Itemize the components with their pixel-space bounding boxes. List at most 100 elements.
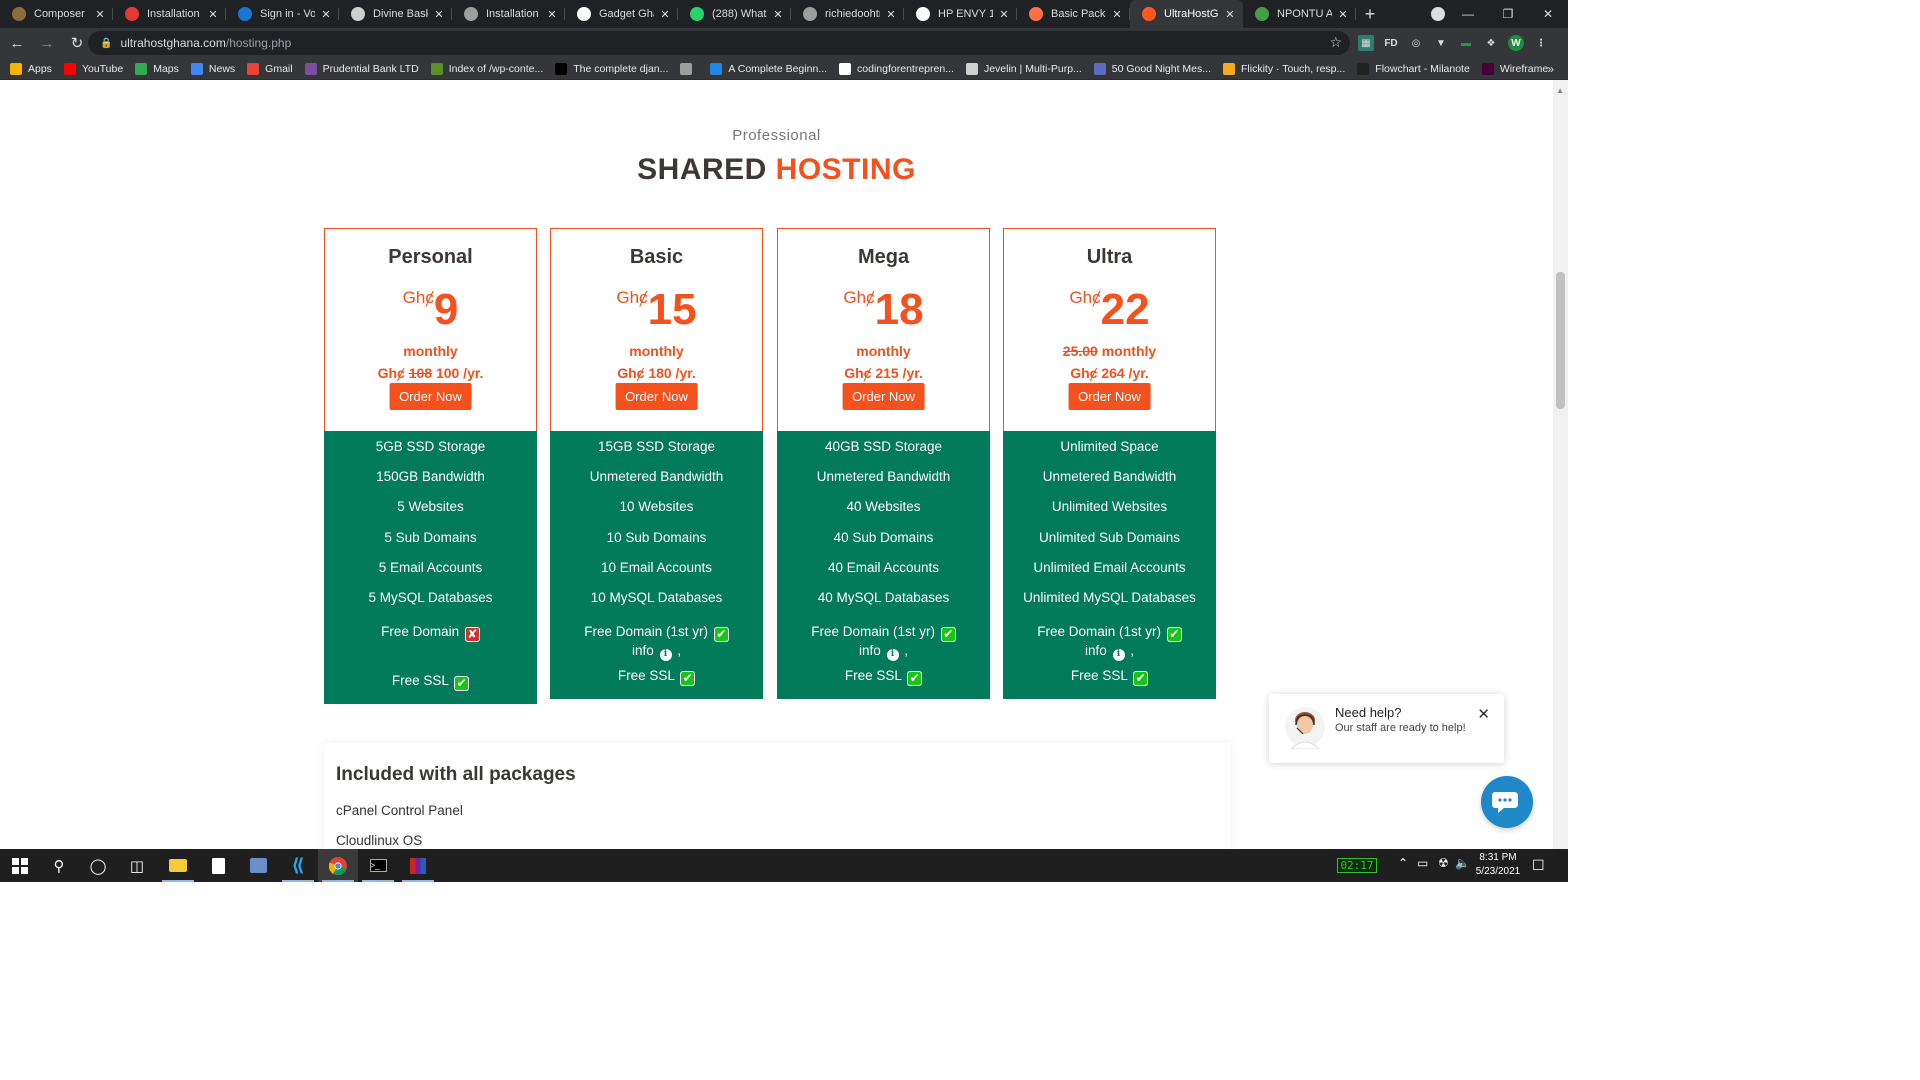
plan-price: Ghȼ 22 bbox=[1004, 285, 1215, 332]
v-extension-icon[interactable]: ▼ bbox=[1433, 35, 1449, 51]
bookmark-item[interactable]: Wireframe bbox=[1481, 62, 1549, 75]
close-tab-icon[interactable]: ✕ bbox=[93, 8, 107, 21]
file-explorer-icon[interactable] bbox=[158, 849, 198, 882]
bookmark-item[interactable]: YouTube bbox=[63, 62, 123, 75]
notification-center-icon[interactable]: ☐ bbox=[1532, 857, 1545, 874]
bookmark-item[interactable]: News bbox=[190, 62, 235, 75]
close-tab-icon[interactable]: ✕ bbox=[658, 8, 672, 21]
volume-icon[interactable]: 🔈 bbox=[1455, 856, 1470, 870]
back-arrow-icon[interactable]: ← bbox=[4, 35, 30, 52]
notepad-icon[interactable] bbox=[198, 849, 238, 882]
chat-button[interactable] bbox=[1481, 776, 1533, 828]
browser-tab[interactable]: Composer ✕ bbox=[0, 0, 113, 28]
browser-tab[interactable]: Sign in - Volet ✕ bbox=[226, 0, 339, 28]
wifi-icon[interactable]: ☢ bbox=[1438, 856, 1449, 870]
task-view-icon[interactable]: ◫ bbox=[117, 849, 157, 882]
new-tab-plus-icon[interactable]: + bbox=[1356, 4, 1384, 25]
info-icon[interactable]: i bbox=[659, 648, 672, 661]
browser-tab[interactable]: NPONTU API ✕ bbox=[1243, 0, 1356, 28]
browser-tab-title: Divine Basket bbox=[373, 8, 428, 20]
browser-tab[interactable]: Gadget Ghana ✕ bbox=[565, 0, 678, 28]
bookmark-item[interactable]: 50 Good Night Mes... bbox=[1093, 62, 1211, 75]
menu-dots-icon[interactable]: ⋮ bbox=[1533, 35, 1549, 51]
order-now-button[interactable]: Order Now bbox=[842, 383, 925, 410]
bookmark-item[interactable]: Apps bbox=[10, 62, 52, 75]
bookmark-item[interactable]: Index of /wp-conte... bbox=[430, 62, 543, 75]
bookmark-item[interactable]: Flickity · Touch, resp... bbox=[1223, 62, 1345, 75]
plan-card-mega: Mega Ghȼ 18 monthly Ghȼ 215 /yr. Order Now 40G… bbox=[777, 228, 990, 700]
winrar-icon[interactable] bbox=[398, 849, 438, 882]
browser-tab[interactable]: Installation - L ✕ bbox=[113, 0, 226, 28]
battery-timer-badge[interactable]: 02:17 bbox=[1337, 858, 1377, 873]
order-now-button[interactable]: Order Now bbox=[389, 383, 472, 410]
vscode-icon[interactable]: ⟪ bbox=[278, 849, 318, 882]
browser-tab[interactable]: (288) WhatsApp ✕ bbox=[678, 0, 791, 28]
search-icon[interactable]: ⚲ bbox=[39, 849, 79, 882]
browser-tab[interactable]: UltraHostGha ✕ bbox=[1130, 0, 1243, 28]
bookmark-item[interactable]: Jevelin | Multi-Purp... bbox=[965, 62, 1082, 75]
reload-icon[interactable]: ↻ bbox=[64, 34, 90, 52]
system-clock[interactable]: 8:31 PM 5/23/2021 bbox=[1470, 851, 1526, 879]
profile-circle-icon[interactable] bbox=[1431, 7, 1445, 21]
bookmark-item[interactable]: The complete djan... bbox=[555, 62, 668, 75]
bookmark-item[interactable]: A Complete Beginn... bbox=[710, 62, 827, 75]
green-extension-icon[interactable]: ▬ bbox=[1458, 35, 1474, 51]
terminal-icon[interactable]: >_ bbox=[358, 849, 398, 882]
close-tab-icon[interactable]: ✕ bbox=[1336, 8, 1350, 21]
close-window-icon[interactable]: ✕ bbox=[1528, 7, 1568, 21]
windows-start-icon[interactable] bbox=[0, 849, 40, 882]
close-tab-icon[interactable]: ✕ bbox=[997, 8, 1011, 21]
app-installer-icon[interactable] bbox=[238, 849, 278, 882]
bookmark-item[interactable]: Maps bbox=[135, 62, 179, 75]
info-icon[interactable]: i bbox=[1112, 648, 1125, 661]
fd-extension-icon[interactable]: FD bbox=[1383, 35, 1399, 51]
info-icon[interactable]: i bbox=[886, 648, 899, 661]
bookmarks-overflow-icon[interactable]: » bbox=[1547, 62, 1554, 76]
close-tab-icon[interactable]: ✕ bbox=[1223, 8, 1237, 21]
page-scrollbar[interactable]: ▲ bbox=[1553, 80, 1568, 849]
account-avatar[interactable]: W bbox=[1508, 35, 1524, 51]
plan-features: 40GB SSD Storage Unmetered Bandwidth 40 We… bbox=[777, 431, 990, 700]
battery-icon[interactable]: ▭ bbox=[1417, 856, 1428, 870]
target-extension-icon[interactable]: ◎ bbox=[1408, 35, 1424, 51]
browser-tab[interactable]: richiedoohtra ✕ bbox=[791, 0, 904, 28]
close-tab-icon[interactable]: ✕ bbox=[319, 8, 333, 21]
feature-item: 40 Sub Domains bbox=[833, 529, 934, 545]
section-title: SHARED HOSTING bbox=[0, 153, 1553, 187]
package-icon bbox=[1029, 7, 1043, 21]
bookmark-item[interactable]: Flowchart - Milanote bbox=[1357, 62, 1470, 75]
bookmark-star-icon[interactable]: ☆ bbox=[1329, 34, 1342, 51]
browser-tab[interactable]: Basic Package ✕ bbox=[1017, 0, 1130, 28]
tray-chevron-icon[interactable]: ⌃ bbox=[1398, 856, 1408, 870]
close-icon[interactable]: ✕ bbox=[1477, 705, 1490, 723]
close-tab-icon[interactable]: ✕ bbox=[771, 8, 785, 21]
scroll-up-arrow-icon[interactable]: ▲ bbox=[1556, 86, 1564, 95]
browser-tab[interactable]: Divine Basket ✕ bbox=[339, 0, 452, 28]
order-now-button[interactable]: Order Now bbox=[615, 383, 698, 410]
close-tab-icon[interactable]: ✕ bbox=[1110, 8, 1124, 21]
price-amount: 15 bbox=[647, 285, 697, 334]
close-tab-icon[interactable]: ✕ bbox=[545, 8, 559, 21]
bookmark-item[interactable]: Gmail bbox=[247, 62, 293, 75]
chrome-icon[interactable] bbox=[318, 849, 358, 882]
address-bar[interactable]: 🔒 ultrahostghana.com/hosting.php ☆ bbox=[88, 31, 1350, 55]
bookmark-item[interactable]: Prudential Bank LTD bbox=[304, 62, 419, 75]
cortana-icon[interactable]: ◯ bbox=[78, 849, 118, 882]
plan-price: Ghȼ 18 bbox=[778, 285, 989, 332]
browser-tab[interactable]: Installation — ✕ bbox=[452, 0, 565, 28]
bookmark-item[interactable] bbox=[680, 62, 698, 75]
puzzle-extensions-icon[interactable]: ❖ bbox=[1483, 35, 1499, 51]
close-tab-icon[interactable]: ✕ bbox=[432, 8, 446, 21]
browser-tab[interactable]: HP ENVY 13-a ✕ bbox=[904, 0, 1017, 28]
plan-card-ultra: Ultra Ghȼ 22 25.00 monthly Ghȼ 264 /yr. Order… bbox=[1003, 228, 1216, 700]
minimize-icon[interactable]: — bbox=[1448, 7, 1488, 21]
bookmark-label: Wireframe bbox=[1499, 62, 1549, 75]
screen-extension-icon[interactable]: ▦ bbox=[1358, 35, 1374, 51]
close-tab-icon[interactable]: ✕ bbox=[884, 8, 898, 21]
forward-arrow-icon[interactable]: → bbox=[34, 35, 60, 52]
order-now-button[interactable]: Order Now bbox=[1068, 383, 1151, 410]
restore-icon[interactable]: ❐ bbox=[1488, 7, 1528, 21]
close-tab-icon[interactable]: ✕ bbox=[206, 8, 220, 21]
scroll-thumb[interactable] bbox=[1556, 272, 1565, 409]
bookmark-item[interactable]: codingforentrepren... bbox=[839, 62, 954, 75]
